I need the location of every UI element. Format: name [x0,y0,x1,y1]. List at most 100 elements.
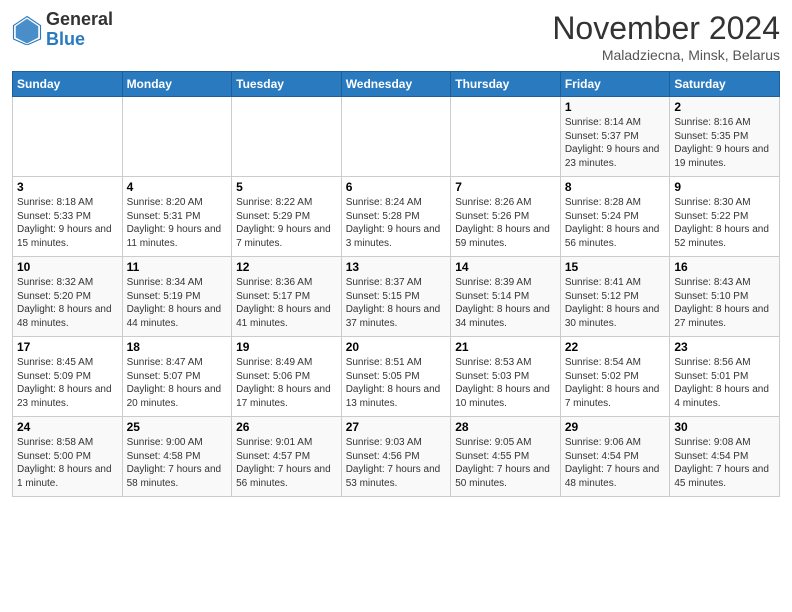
header-monday: Monday [122,72,232,97]
header-saturday: Saturday [670,72,780,97]
day-info: Sunrise: 8:41 AM Sunset: 5:12 PM Dayligh… [565,276,666,330]
calendar-cell: 26Sunrise: 9:01 AM Sunset: 4:57 PM Dayli… [232,417,342,497]
logo-general: General [46,10,113,30]
day-info: Sunrise: 8:16 AM Sunset: 5:35 PM Dayligh… [674,116,775,170]
day-info: Sunrise: 9:03 AM Sunset: 4:56 PM Dayligh… [346,436,447,490]
day-info: Sunrise: 8:26 AM Sunset: 5:26 PM Dayligh… [455,196,556,250]
day-number: 6 [346,180,447,194]
day-info: Sunrise: 8:32 AM Sunset: 5:20 PM Dayligh… [17,276,118,330]
day-info: Sunrise: 8:18 AM Sunset: 5:33 PM Dayligh… [17,196,118,250]
header-friday: Friday [560,72,670,97]
day-number: 7 [455,180,556,194]
calendar-cell: 11 Sunrise: 8:34 AM Sunset: 5:19 PM Dayli… [122,257,232,337]
day-number: 22 [565,340,666,354]
header-wednesday: Wednesday [341,72,451,97]
day-info: Sunrise: 8:56 AM Sunset: 5:01 PM Dayligh… [674,356,775,410]
page-header: General Blue November 2024 Maladziecna, … [12,10,780,63]
calendar-cell: 5Sunrise: 8:22 AM Sunset: 5:29 PM Daylig… [232,177,342,257]
calendar-cell: 2 Sunrise: 8:16 AM Sunset: 5:35 PM Daylig… [670,97,780,177]
day-info: Sunrise: 8:39 AM Sunset: 5:14 PM Dayligh… [455,276,556,330]
day-number: 14 [455,260,556,274]
calendar-cell: 7 Sunrise: 8:26 AM Sunset: 5:26 PM Daylig… [451,177,561,257]
calendar-cell: 17 Sunrise: 8:45 AM Sunset: 5:09 PM Dayli… [13,337,123,417]
day-info: Sunrise: 9:00 AM Sunset: 4:58 PM Dayligh… [127,436,228,490]
day-info: Sunrise: 8:30 AM Sunset: 5:22 PM Dayligh… [674,196,775,250]
day-number: 29 [565,420,666,434]
day-info: Sunrise: 8:20 AM Sunset: 5:31 PM Dayligh… [127,196,228,250]
day-info: Sunrise: 9:05 AM Sunset: 4:55 PM Dayligh… [455,436,556,490]
logo-blue: Blue [46,30,113,50]
day-number: 17 [17,340,118,354]
calendar-body: 1Sunrise: 8:14 AM Sunset: 5:37 PM Daylig… [13,97,780,497]
day-number: 21 [455,340,556,354]
calendar-cell: 19Sunrise: 8:49 AM Sunset: 5:06 PM Dayli… [232,337,342,417]
day-info: Sunrise: 8:24 AM Sunset: 5:28 PM Dayligh… [346,196,447,250]
calendar-week-1: 3 Sunrise: 8:18 AM Sunset: 5:33 PM Daylig… [13,177,780,257]
day-info: Sunrise: 9:01 AM Sunset: 4:57 PM Dayligh… [236,436,337,490]
day-info: Sunrise: 8:54 AM Sunset: 5:02 PM Dayligh… [565,356,666,410]
day-info: Sunrise: 8:45 AM Sunset: 5:09 PM Dayligh… [17,356,118,410]
day-number: 28 [455,420,556,434]
title-block: November 2024 Maladziecna, Minsk, Belaru… [552,10,780,63]
day-info: Sunrise: 8:58 AM Sunset: 5:00 PM Dayligh… [17,436,118,490]
header-tuesday: Tuesday [232,72,342,97]
day-number: 18 [127,340,228,354]
calendar-week-0: 1Sunrise: 8:14 AM Sunset: 5:37 PM Daylig… [13,97,780,177]
calendar: Sunday Monday Tuesday Wednesday Thursday… [12,71,780,497]
calendar-cell: 25 Sunrise: 9:00 AM Sunset: 4:58 PM Dayli… [122,417,232,497]
day-info: Sunrise: 8:51 AM Sunset: 5:05 PM Dayligh… [346,356,447,410]
day-number: 30 [674,420,775,434]
calendar-week-3: 17 Sunrise: 8:45 AM Sunset: 5:09 PM Dayli… [13,337,780,417]
calendar-cell [232,97,342,177]
calendar-week-4: 24 Sunrise: 8:58 AM Sunset: 5:00 PM Dayli… [13,417,780,497]
month-title: November 2024 [552,10,780,47]
header-sunday: Sunday [13,72,123,97]
calendar-cell: 15Sunrise: 8:41 AM Sunset: 5:12 PM Dayli… [560,257,670,337]
calendar-cell [451,97,561,177]
calendar-cell: 20 Sunrise: 8:51 AM Sunset: 5:05 PM Dayli… [341,337,451,417]
calendar-cell: 22 Sunrise: 8:54 AM Sunset: 5:02 PM Dayli… [560,337,670,417]
day-number: 4 [127,180,228,194]
day-number: 27 [346,420,447,434]
calendar-week-2: 10Sunrise: 8:32 AM Sunset: 5:20 PM Dayli… [13,257,780,337]
day-number: 20 [346,340,447,354]
day-number: 2 [674,100,775,114]
day-info: Sunrise: 8:22 AM Sunset: 5:29 PM Dayligh… [236,196,337,250]
day-info: Sunrise: 8:47 AM Sunset: 5:07 PM Dayligh… [127,356,228,410]
day-info: Sunrise: 8:28 AM Sunset: 5:24 PM Dayligh… [565,196,666,250]
day-number: 16 [674,260,775,274]
day-number: 25 [127,420,228,434]
logo-text: General Blue [46,10,113,50]
calendar-cell: 12Sunrise: 8:36 AM Sunset: 5:17 PM Dayli… [232,257,342,337]
day-number: 12 [236,260,337,274]
logo-icon [12,15,42,45]
calendar-cell: 27 Sunrise: 9:03 AM Sunset: 4:56 PM Dayli… [341,417,451,497]
calendar-cell: 9 Sunrise: 8:30 AM Sunset: 5:22 PM Daylig… [670,177,780,257]
calendar-cell: 1Sunrise: 8:14 AM Sunset: 5:37 PM Daylig… [560,97,670,177]
calendar-cell: 30 Sunrise: 9:08 AM Sunset: 4:54 PM Dayli… [670,417,780,497]
day-info: Sunrise: 8:53 AM Sunset: 5:03 PM Dayligh… [455,356,556,410]
day-number: 9 [674,180,775,194]
calendar-cell: 6 Sunrise: 8:24 AM Sunset: 5:28 PM Daylig… [341,177,451,257]
day-number: 8 [565,180,666,194]
calendar-cell: 14 Sunrise: 8:39 AM Sunset: 5:14 PM Dayli… [451,257,561,337]
calendar-cell: 3 Sunrise: 8:18 AM Sunset: 5:33 PM Daylig… [13,177,123,257]
day-number: 13 [346,260,447,274]
calendar-cell: 4 Sunrise: 8:20 AM Sunset: 5:31 PM Daylig… [122,177,232,257]
calendar-header: Sunday Monday Tuesday Wednesday Thursday… [13,72,780,97]
calendar-cell [341,97,451,177]
calendar-cell: 29Sunrise: 9:06 AM Sunset: 4:54 PM Dayli… [560,417,670,497]
page-container: General Blue November 2024 Maladziecna, … [0,0,792,505]
day-info: Sunrise: 8:34 AM Sunset: 5:19 PM Dayligh… [127,276,228,330]
day-info: Sunrise: 9:08 AM Sunset: 4:54 PM Dayligh… [674,436,775,490]
calendar-cell: 13 Sunrise: 8:37 AM Sunset: 5:15 PM Dayli… [341,257,451,337]
day-number: 3 [17,180,118,194]
day-number: 23 [674,340,775,354]
calendar-cell: 16Sunrise: 8:43 AM Sunset: 5:10 PM Dayli… [670,257,780,337]
day-number: 11 [127,260,228,274]
day-number: 24 [17,420,118,434]
day-info: Sunrise: 8:37 AM Sunset: 5:15 PM Dayligh… [346,276,447,330]
calendar-cell [122,97,232,177]
logo: General Blue [12,10,113,50]
calendar-cell: 10Sunrise: 8:32 AM Sunset: 5:20 PM Dayli… [13,257,123,337]
